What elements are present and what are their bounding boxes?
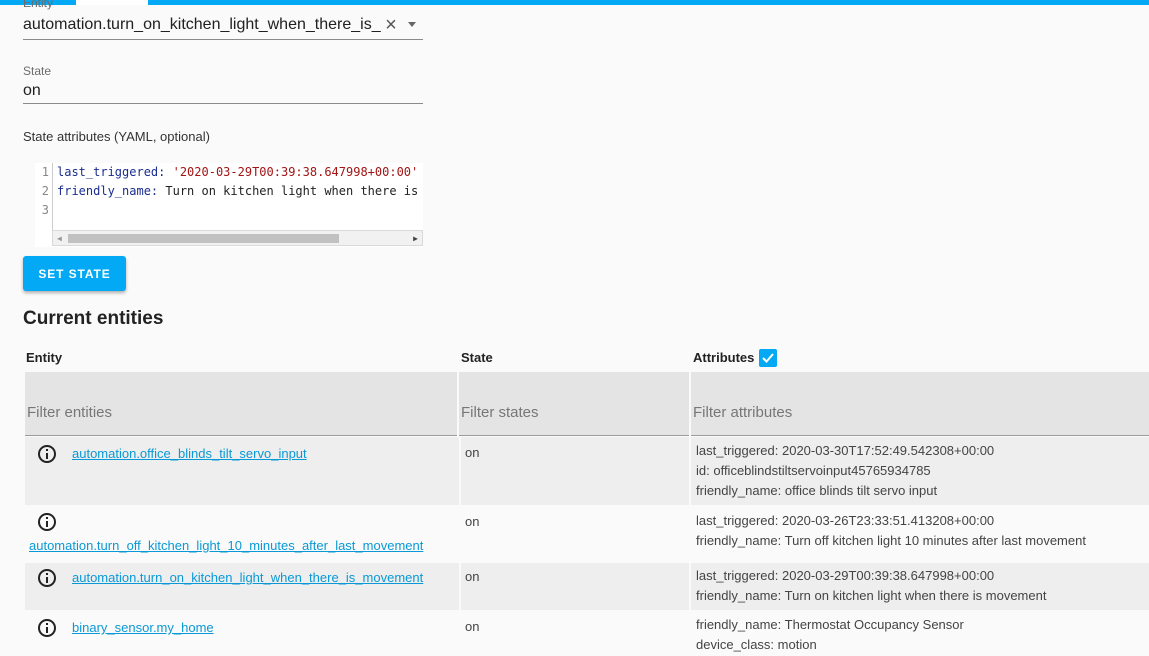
scrollbar-thumb[interactable]: [68, 234, 339, 243]
entity-state: on: [465, 619, 480, 634]
entity-link[interactable]: automation.turn_off_kitchen_light_10_min…: [29, 538, 423, 553]
clear-icon[interactable]: ×: [381, 15, 401, 35]
table-row: binary_sensor.my_home on friendly_name: …: [25, 611, 1149, 656]
attribute-line: last_triggered: 2020-03-30T17:52:49.5423…: [696, 443, 995, 458]
attribute-line: id: officeblindstiltservoinput4576593478…: [696, 463, 931, 478]
attribute-line: device_class: motion: [696, 637, 817, 652]
code-line-2: friendly_name: Turn on kitchen light whe…: [57, 182, 423, 201]
attribute-line: friendly_name: Turn off kitchen light 10…: [696, 533, 1086, 548]
entity-field-input[interactable]: automation.turn_on_kitchen_light_when_th…: [23, 16, 381, 34]
entity-link[interactable]: automation.turn_on_kitchen_light_when_th…: [72, 570, 423, 585]
table-row: automation.turn_off_kitchen_light_10_min…: [25, 505, 1149, 562]
info-icon[interactable]: [38, 619, 56, 637]
entity-state: on: [465, 445, 480, 460]
table-row: automation.turn_on_kitchen_light_when_th…: [25, 563, 1149, 610]
state-field-label: State: [23, 64, 52, 78]
state-attributes-label: State attributes (YAML, optional): [23, 129, 210, 144]
attributes-checkbox[interactable]: [759, 349, 777, 367]
scroll-left-icon[interactable]: ◀: [57, 234, 62, 243]
entity-attributes: last_triggered: 2020-03-30T17:52:49.5423…: [696, 441, 994, 501]
yaml-key: friendly_name:: [57, 184, 159, 198]
attribute-line: last_triggered: 2020-03-26T23:33:51.4132…: [696, 513, 995, 528]
horizontal-scrollbar[interactable]: ◀ ▶: [52, 230, 423, 246]
section-title: Current entities: [23, 308, 164, 329]
attribute-line: friendly_name: office blinds tilt servo …: [696, 483, 938, 498]
entity-field-label: Entity: [23, 0, 54, 10]
line-number: 2: [41, 184, 49, 198]
line-number: 3: [41, 203, 49, 217]
column-header-attributes: Attributes: [693, 350, 755, 365]
table-row: automation.office_blinds_tilt_servo_inpu…: [25, 437, 1149, 505]
filter-states-input[interactable]: Filter states: [459, 372, 689, 436]
info-icon[interactable]: [38, 445, 56, 463]
column-divider: [459, 437, 461, 505]
filter-attributes-input[interactable]: Filter attributes: [691, 372, 1149, 436]
state-field[interactable]: State on: [23, 64, 423, 104]
set-state-button[interactable]: SET STATE: [23, 256, 126, 291]
attribute-line: friendly_name: Turn on kitchen light whe…: [696, 588, 1047, 603]
line-number: 1: [41, 165, 49, 179]
code-line-1: last_triggered: '2020-03-29T00:39:38.647…: [57, 163, 423, 182]
entity-attributes: last_triggered: 2020-03-26T23:33:51.4132…: [696, 511, 1086, 551]
entity-attributes: last_triggered: 2020-03-29T00:39:38.6479…: [696, 566, 1046, 606]
entity-link[interactable]: binary_sensor.my_home: [72, 620, 214, 635]
column-header-state: State: [461, 350, 493, 365]
column-divider: [689, 437, 691, 505]
line-number-gutter: 1 2 3: [35, 163, 52, 231]
code-area[interactable]: last_triggered: '2020-03-29T00:39:38.647…: [57, 163, 423, 231]
attribute-line: last_triggered: 2020-03-29T00:39:38.6479…: [696, 568, 995, 583]
attribute-line: friendly_name: Thermostat Occupancy Sens…: [696, 617, 964, 632]
info-icon[interactable]: [38, 569, 56, 587]
filter-entities-input[interactable]: Filter entities: [25, 372, 457, 436]
entity-state: on: [465, 514, 480, 529]
scroll-right-icon[interactable]: ▶: [413, 234, 418, 243]
yaml-key: last_triggered:: [57, 165, 166, 179]
column-divider: [459, 563, 461, 610]
gutter-divider: [52, 163, 53, 231]
entity-attributes: friendly_name: Thermostat Occupancy Sens…: [696, 615, 964, 655]
entity-field[interactable]: Entity automation.turn_on_kitchen_light_…: [23, 0, 423, 40]
yaml-editor[interactable]: 1 2 3 last_triggered: '2020-03-29T00:39:…: [35, 163, 423, 247]
entity-state: on: [465, 569, 480, 584]
yaml-value: '2020-03-29T00:39:38.647998+00:00': [165, 165, 419, 179]
state-field-input[interactable]: on: [23, 82, 423, 100]
column-header-entity: Entity: [26, 350, 63, 365]
chevron-down-icon[interactable]: [401, 22, 423, 27]
info-icon[interactable]: [38, 513, 56, 531]
checkmark-icon: [762, 353, 774, 363]
entity-link[interactable]: automation.office_blinds_tilt_servo_inpu…: [72, 446, 307, 461]
yaml-value: Turn on kitchen light when there is move…: [165, 184, 423, 198]
column-divider: [689, 563, 691, 610]
